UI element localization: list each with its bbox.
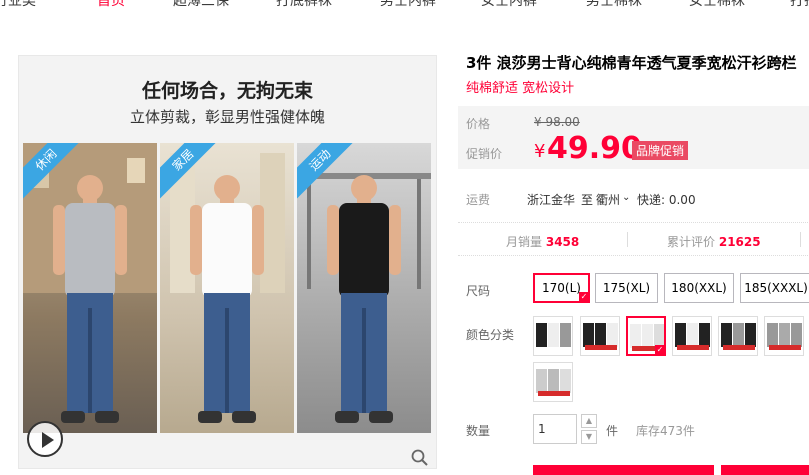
product-title: 3件 浪莎男士背心纯棉青年透气夏季宽松汗衫跨栏 xyxy=(466,54,797,72)
size-option-185[interactable]: 185(XXXL) xyxy=(740,273,809,303)
color-swatch[interactable] xyxy=(533,316,573,356)
promo-badge: 品牌促销 xyxy=(632,141,689,160)
nav-item[interactable]: 女士内裤 xyxy=(481,0,537,10)
nav-item[interactable]: 打底裤袜 xyxy=(276,0,332,10)
product-main-image[interactable]: 任何场合，无拘无束 立体剪裁，彰显男性强健体魄 休闲 家居 运动 xyxy=(18,55,437,469)
photo-panel-home: 家居 xyxy=(160,143,294,433)
size-option-175[interactable]: 175(XL) xyxy=(595,273,658,303)
selected-check-icon: ✓ xyxy=(579,292,589,302)
zoom-icon[interactable] xyxy=(411,449,429,468)
quantity-increase-button[interactable]: ▲ xyxy=(581,414,597,428)
color-swatch[interactable] xyxy=(580,316,620,356)
add-to-cart-button[interactable] xyxy=(721,465,809,475)
nav-item-home[interactable]: 首页 xyxy=(97,0,125,10)
product-subtitle: 纯棉舒适 宽松设计 xyxy=(466,81,575,96)
nav-item[interactable]: 行业类 xyxy=(0,0,36,10)
quantity-input[interactable]: 1 xyxy=(533,414,577,444)
divider xyxy=(800,232,801,247)
play-video-icon[interactable] xyxy=(27,421,63,457)
chevron-down-icon[interactable]: ⌄ xyxy=(622,192,630,203)
color-swatch[interactable] xyxy=(718,316,758,356)
nav-item[interactable]: 女士棉袜 xyxy=(689,0,745,10)
selected-check-icon: ✓ xyxy=(655,345,664,354)
color-swatch-selected[interactable]: ✓ xyxy=(626,316,666,356)
price-label: 价格 xyxy=(466,117,491,131)
size-label: 尺码 xyxy=(466,284,491,298)
banner-headline: 任何场合，无拘无束 xyxy=(141,80,313,102)
monthly-sales: 月销量 3458 xyxy=(506,235,580,249)
sales-stats: 月销量 3458 累计评价 21625 xyxy=(458,222,809,256)
nav-item[interactable]: 打折 xyxy=(790,0,809,10)
nav-item[interactable]: 男士内裤 xyxy=(380,0,436,10)
currency-symbol: ¥ xyxy=(534,141,546,162)
photo-panel-sport: 运动 xyxy=(297,143,431,433)
quantity-unit: 件 xyxy=(606,424,619,438)
divider xyxy=(627,232,628,247)
size-option-180[interactable]: 180(XXL) xyxy=(664,273,734,303)
review-count[interactable]: 累计评价 21625 xyxy=(667,233,761,250)
original-price: ¥ 98.00 xyxy=(534,115,580,129)
banner-subline: 立体剪裁，彰显男性强健体魄 xyxy=(129,108,325,126)
color-label: 颜色分类 xyxy=(466,328,515,342)
stock-count: 库存473件 xyxy=(636,424,695,438)
ship-to-word: 至 xyxy=(581,193,594,207)
category-nav: 行业类 首页 超薄三保 打底裤袜 男士内裤 女士内裤 男士棉袜 女士棉袜 打折 xyxy=(0,0,809,10)
ship-destination-select[interactable]: 衢州 xyxy=(596,191,620,208)
shipping-fee: 快递: 0.00 xyxy=(637,193,696,207)
nav-item[interactable]: 超薄三保 xyxy=(173,0,229,10)
quantity-decrease-button[interactable]: ▼ xyxy=(581,430,597,444)
color-swatch[interactable] xyxy=(672,316,712,356)
promo-price-label: 促销价 xyxy=(466,147,503,161)
size-option-170[interactable]: 170(L) ✓ xyxy=(533,273,590,303)
promo-price: 49.90 xyxy=(547,131,642,166)
model-figure-image xyxy=(170,153,285,423)
nav-item[interactable]: 男士棉袜 xyxy=(586,0,642,10)
model-figure-image xyxy=(297,173,431,423)
model-figure-image xyxy=(23,143,157,423)
color-swatch[interactable] xyxy=(533,362,573,402)
quantity-label: 数量 xyxy=(466,424,491,438)
color-swatch[interactable] xyxy=(764,316,804,356)
ship-from: 浙江金华 xyxy=(527,193,576,207)
shipping-label: 运费 xyxy=(466,193,491,207)
photo-panel-casual: 休闲 xyxy=(23,143,157,433)
price-box: 价格 ¥ 98.00 促销价 ¥ 49.90 品牌促销 xyxy=(458,106,809,169)
buy-now-button[interactable] xyxy=(533,465,714,475)
